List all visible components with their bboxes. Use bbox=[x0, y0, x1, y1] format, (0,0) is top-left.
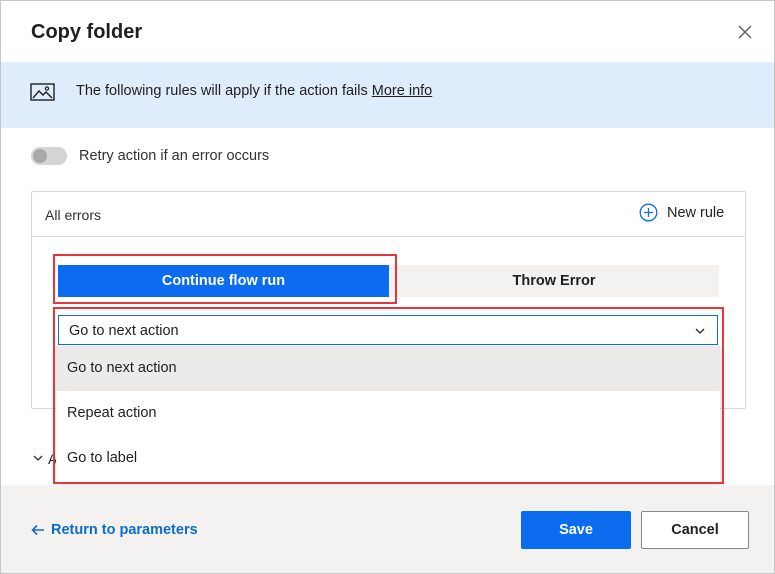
new-rule-button[interactable]: New rule bbox=[639, 203, 724, 222]
new-rule-label: New rule bbox=[667, 204, 725, 221]
retry-toggle[interactable] bbox=[31, 147, 67, 165]
option-go-to-label[interactable]: Go to label bbox=[56, 436, 720, 481]
image-icon bbox=[30, 83, 55, 101]
tab-continue-flow-run[interactable]: Continue flow run bbox=[58, 265, 389, 297]
banner-text: The following rules will apply if the ac… bbox=[76, 83, 368, 99]
retry-row: Retry action if an error occurs bbox=[31, 145, 269, 167]
close-icon bbox=[738, 25, 752, 39]
tab-throw-error[interactable]: Throw Error bbox=[389, 265, 719, 297]
return-to-parameters-label: Return to parameters bbox=[51, 522, 198, 538]
action-select[interactable]: Go to next action bbox=[58, 315, 718, 345]
chevron-down-icon bbox=[695, 328, 705, 334]
option-label: Go to next action bbox=[67, 360, 177, 376]
add-circle-icon bbox=[639, 203, 658, 222]
option-repeat-action[interactable]: Repeat action bbox=[56, 391, 720, 436]
close-button[interactable] bbox=[734, 21, 756, 43]
save-button[interactable]: Save bbox=[521, 511, 631, 549]
banner-text-container: The following rules will apply if the ac… bbox=[76, 83, 432, 99]
cancel-button[interactable]: Cancel bbox=[641, 511, 749, 549]
action-select-value: Go to next action bbox=[69, 323, 179, 339]
return-to-parameters-link[interactable]: Return to parameters bbox=[31, 522, 198, 538]
option-label: Go to label bbox=[67, 450, 138, 466]
arrow-left-icon bbox=[31, 524, 44, 536]
more-info-link[interactable]: More info bbox=[372, 83, 432, 99]
retry-label: Retry action if an error occurs bbox=[79, 148, 270, 164]
rules-header: All errors New rule bbox=[32, 192, 745, 237]
option-go-to-next-action[interactable]: Go to next action bbox=[56, 346, 720, 391]
advanced-chevron-icon[interactable] bbox=[32, 451, 44, 463]
option-label: Repeat action bbox=[67, 405, 157, 421]
info-banner: The following rules will apply if the ac… bbox=[1, 62, 774, 128]
dialog-footer: Return to parameters Save Cancel bbox=[1, 485, 774, 573]
action-dropdown-list: Go to next action Repeat action Go to la… bbox=[56, 346, 720, 482]
copy-folder-dialog: Copy folder The following rules will app… bbox=[0, 0, 775, 574]
all-errors-label: All errors bbox=[45, 207, 102, 223]
dialog-title: Copy folder bbox=[31, 21, 143, 43]
